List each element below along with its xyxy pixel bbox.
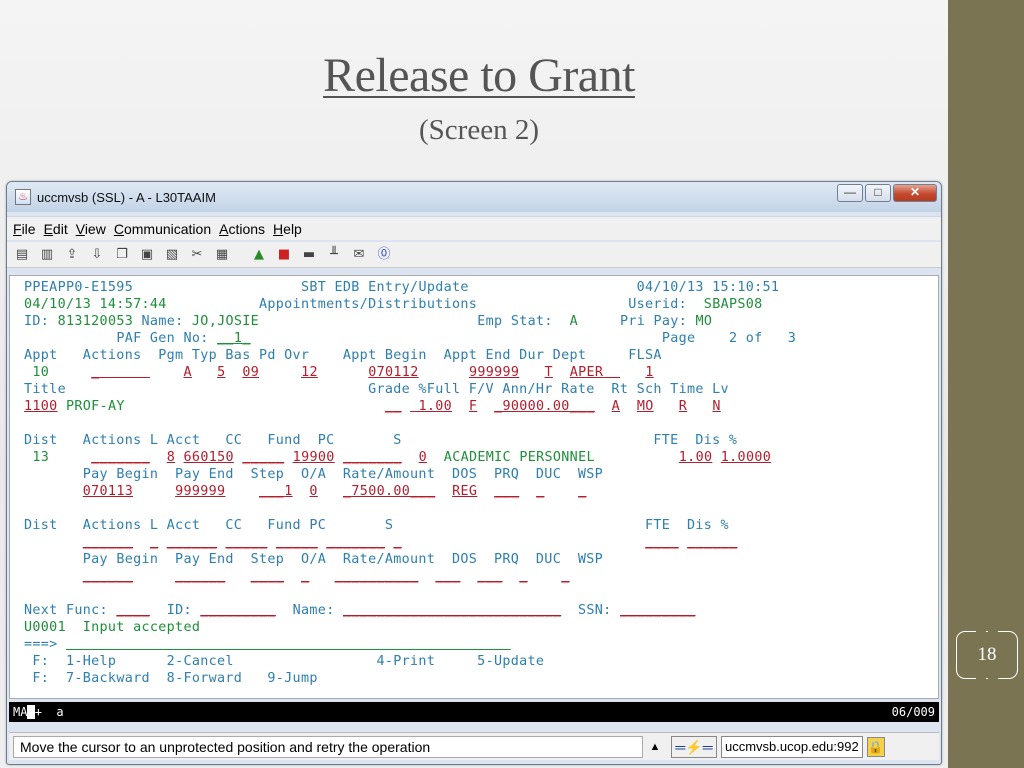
paste-screen-icon[interactable]: ▣ [138, 247, 156, 263]
term-row-appt-values[interactable]: 10 _ A 5 09 12 070112 999999 T APER 1 [24, 364, 654, 381]
menu-communication[interactable]: Communication [114, 221, 211, 237]
term-row-command[interactable]: ===> [24, 636, 511, 653]
terminal-screen[interactable]: PPEAPP0-E1595 SBT EDB Entry/Update 04/10… [9, 275, 939, 699]
play-icon[interactable]: ▬ [300, 247, 318, 263]
host-address: uccmvsb.ucop.edu:992 [721, 735, 863, 758]
receive-icon[interactable]: ⇩ [88, 247, 106, 263]
term-row-title-header: Title Grade %Full F/V Ann/Hr Rate Rt Sch… [24, 382, 729, 397]
oia-cursor [27, 705, 35, 719]
menu-bar: File Edit View Communication Actions Hel… [7, 216, 941, 240]
oia-flags: + a [34, 705, 64, 719]
send-icon[interactable]: ⇪ [63, 247, 81, 263]
help-icon[interactable]: ⓪ [375, 247, 393, 263]
term-row-pay-values-2[interactable]: ______ ______ ____ _ __________ ___ ___ … [24, 568, 570, 585]
close-button[interactable]: ✕ [893, 184, 937, 202]
paste-icon[interactable]: ▥ [38, 247, 56, 263]
slide-page-number: 18 [956, 631, 1018, 679]
copy-screen-icon[interactable]: ❐ [113, 247, 131, 263]
term-row-1: PPEAPP0-E1595 SBT EDB Entry/Update 04/10… [24, 280, 780, 295]
copy-icon[interactable]: ▤ [13, 247, 31, 263]
maximize-button[interactable]: □ [865, 184, 891, 202]
menu-edit[interactable]: Edit [44, 221, 68, 237]
menu-view[interactable]: View [76, 221, 106, 237]
slide-title: Release to Grant [323, 49, 635, 102]
menu-actions[interactable]: Actions [219, 221, 265, 237]
status-bar: Move the cursor to an unprotected positi… [9, 732, 939, 760]
term-row-fkeys-2: F: 7-Backward 8-Forward 9-Jump [32, 671, 318, 686]
term-row-dist-values-1[interactable]: 13 _______ 8 660150 _____ 19900 _______ … [24, 449, 771, 466]
status-arrow-icon[interactable]: ▲ [643, 741, 667, 753]
term-row-appt-header: Appt Actions Pgm Typ Bas Pd Ovr Appt Beg… [24, 348, 662, 363]
keypad-icon[interactable]: ▦ [213, 247, 231, 263]
term-row-2: 04/10/13 14:57:44 Appointments/Distribut… [24, 297, 763, 312]
term-row-dist-header-2: Dist Actions L Acct CC Fund PC S FTE Dis… [24, 518, 729, 533]
window-title: uccmvsb (SSL) - A - L30TAAIM [37, 189, 216, 205]
connection-status-icon: ═⚡═ [671, 735, 717, 758]
options-icon[interactable]: ✉ [350, 247, 368, 263]
terminal-emulator-window: ♨ uccmvsb (SSL) - A - L30TAAIM — □ ✕ Fil… [6, 181, 942, 765]
macro-icon[interactable]: ✂ [188, 247, 206, 263]
cursor-position: 06/009 [891, 705, 935, 719]
term-row-dist-header-1: Dist Actions L Acct CC Fund PC S FTE Dis… [24, 433, 738, 448]
term-row-title-values[interactable]: 1100 PROF-AY __ 1.00 F _90000.00___ A MO… [24, 398, 721, 415]
slide-subtitle: (Screen 2) [419, 114, 539, 146]
record-icon[interactable]: ▲ [250, 247, 268, 263]
menu-help[interactable]: Help [273, 221, 302, 237]
term-row-dist-values-2[interactable]: ______ _ ______ _____ _____ _______ _ __… [24, 534, 738, 551]
term-row-pay-header-2: Pay Begin Pay End Step O/A Rate/Amount D… [82, 552, 604, 567]
term-row-next-func[interactable]: Next Func: ____ ID: _________ Name: ____… [24, 602, 696, 619]
stop-icon[interactable]: ■ [275, 247, 293, 263]
minimize-button[interactable]: — [837, 184, 863, 202]
term-row-3: ID: 813120053 Name: JO,JOSIE Emp Stat: A… [24, 314, 713, 329]
ssl-lock-icon: 🔒 [866, 736, 885, 757]
term-row-pay-values-1[interactable]: 070113 999999 ___1 0 _7500.00___ REG ___… [24, 483, 587, 500]
oia-mode: MA [13, 705, 28, 719]
pause-icon[interactable]: ╨ [325, 247, 343, 263]
menu-file[interactable]: File [13, 221, 36, 237]
status-message: Move the cursor to an unprotected positi… [13, 735, 643, 758]
term-row-4: PAF Gen No: __1_ Page 2 of 3 [116, 331, 797, 346]
window-title-bar[interactable]: ♨ uccmvsb (SSL) - A - L30TAAIM — □ ✕ [7, 182, 941, 212]
term-row-message: U0001 Input accepted [24, 620, 201, 635]
term-row-pay-header-1: Pay Begin Pay End Step O/A Rate/Amount D… [82, 467, 604, 482]
java-app-icon: ♨ [15, 189, 31, 205]
term-row-fkeys-1: F: 1-Help 2-Cancel 4-Print 5-Update [32, 654, 545, 669]
print-screen-icon[interactable]: ▧ [163, 247, 181, 263]
toolbar: ▤ ▥ ⇪ ⇩ ❐ ▣ ▧ ✂ ▦ ▲ ■ ▬ ╨ ✉ ⓪ [7, 242, 941, 268]
operator-info-area: MA + a 06/009 [9, 702, 939, 722]
